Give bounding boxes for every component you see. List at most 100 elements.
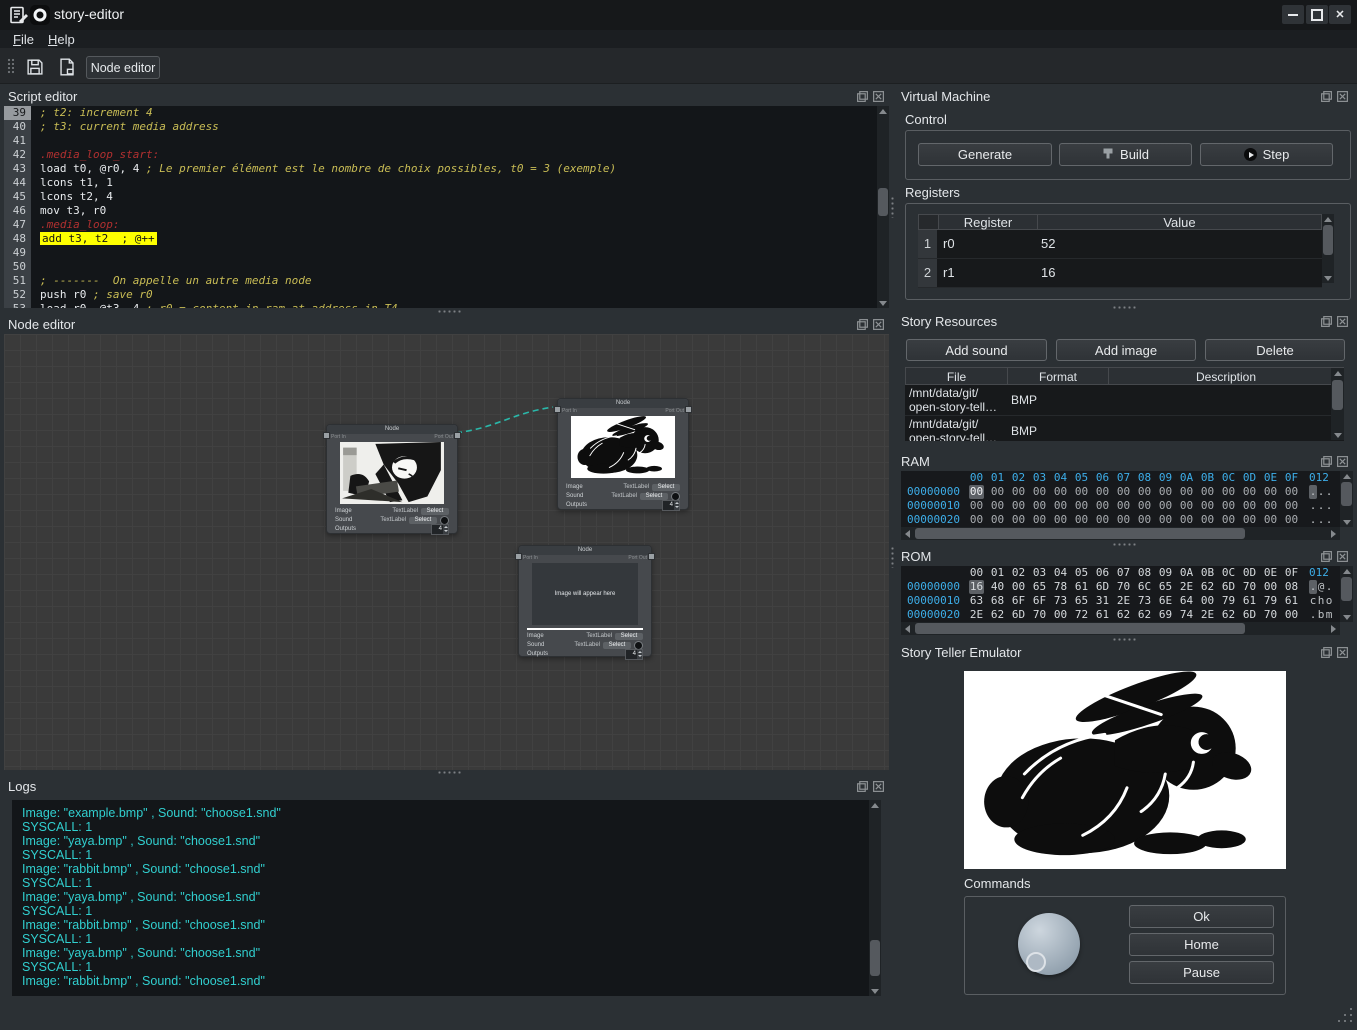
step-button[interactable]: Step [1200,143,1333,166]
hex-byte[interactable]: 00 [1137,499,1152,513]
hex-byte[interactable]: 00 [1242,513,1257,527]
close-panel-icon[interactable] [872,90,885,103]
outputs-spinbox[interactable]: 4 [625,649,643,660]
hex-byte[interactable]: 65 [1158,580,1173,594]
float-panel-icon[interactable] [1320,455,1333,468]
splitter-handle[interactable] [1112,637,1138,642]
code-line[interactable]: 44lcons t1, 1 [4,176,889,190]
float-panel-icon[interactable] [1320,550,1333,563]
hex-byte[interactable]: 00 [990,513,1005,527]
input-port[interactable] [515,553,522,560]
float-panel-icon[interactable] [1320,90,1333,103]
hex-byte[interactable]: 00 [1137,513,1152,527]
file-column-header[interactable]: File [906,368,1008,384]
hex-byte[interactable]: 00 [1200,513,1215,527]
hex-byte[interactable]: 00 [1011,580,1026,594]
scroll-right-arrow[interactable] [1327,622,1340,635]
hex-byte[interactable]: 00 [1158,513,1173,527]
hex-byte[interactable]: 00 [1011,485,1026,499]
hex-byte[interactable]: 69 [1158,608,1173,622]
hex-byte[interactable]: 00 [1116,485,1131,499]
hex-byte[interactable]: 6E [1158,594,1173,608]
code-line[interactable]: 49 [4,246,889,260]
code-line[interactable]: 53load r0, @t3, 4 ; r0 = content in ram … [4,302,889,308]
hex-byte[interactable]: 62 [1200,580,1215,594]
hex-byte[interactable]: 00 [1221,499,1236,513]
splitter-handle[interactable] [1112,542,1138,547]
hex-byte[interactable]: 00 [1242,485,1257,499]
toolbar-drag-handle[interactable] [7,58,14,74]
menu-file[interactable]: File [13,32,34,47]
hex-byte[interactable]: 79 [1263,594,1278,608]
scrollbar-thumb[interactable] [915,623,1245,634]
register-row[interactable]: 1r052 [918,230,1322,259]
hex-byte[interactable]: 73 [1053,594,1068,608]
hex-byte[interactable]: 61 [1095,608,1110,622]
format-column-header[interactable]: Format [1008,368,1109,384]
rom-vertical-scrollbar[interactable] [1340,566,1353,622]
close-panel-icon[interactable] [1336,455,1349,468]
rom-horizontal-scrollbar[interactable] [901,622,1340,635]
hex-byte[interactable]: 00 [1074,513,1089,527]
hex-byte[interactable]: 00 [969,513,984,527]
ok-button[interactable]: Ok [1129,905,1274,928]
hex-byte[interactable]: 00 [1137,485,1152,499]
resource-row[interactable]: /mnt/data/git/open-story-tell…BMP [905,385,1344,416]
hex-byte[interactable]: 62 [1221,608,1236,622]
scroll-up-arrow[interactable] [869,800,881,810]
hex-byte[interactable]: 79 [1221,594,1236,608]
splitter-handle[interactable] [437,309,463,314]
select-image-button[interactable]: Select [615,633,643,640]
add-sound-button[interactable]: Add sound [906,339,1047,361]
media-node-yaya[interactable]: Node Port In Port Out Image TextLabel Se… [326,424,458,534]
hex-byte[interactable]: 64 [1179,594,1194,608]
hex-byte[interactable]: 00 [1284,513,1299,527]
input-port[interactable] [554,406,561,413]
scrollbar-thumb[interactable] [1341,577,1352,601]
hex-byte[interactable]: 70 [1116,580,1131,594]
hex-byte[interactable]: 00 [1053,513,1068,527]
outputs-spinbox[interactable]: 4 [431,524,449,535]
hex-row[interactable]: 0000000000000000000000000000000000000000… [901,485,1340,499]
hex-byte[interactable]: 00 [1116,499,1131,513]
hex-byte[interactable]: 2E [1116,594,1131,608]
select-image-button[interactable]: Select [421,508,449,515]
register-column-header[interactable]: Register [939,215,1038,229]
script-code-editor[interactable]: 39; t2: increment 440; t3: current media… [4,106,889,308]
hex-byte[interactable]: 00 [1200,499,1215,513]
hex-byte[interactable]: 00 [990,485,1005,499]
hex-byte[interactable]: 00 [1284,485,1299,499]
delete-button[interactable]: Delete [1205,339,1345,361]
select-sound-button[interactable]: Select [603,642,631,649]
hex-byte[interactable]: 08 [1284,580,1299,594]
hex-byte[interactable]: 62 [1137,608,1152,622]
close-panel-icon[interactable] [1336,550,1349,563]
close-panel-icon[interactable] [872,318,885,331]
hex-byte[interactable]: 00 [1263,499,1278,513]
scrollbar-thumb[interactable] [915,528,1245,539]
hex-byte[interactable]: 78 [1053,580,1068,594]
save-button[interactable] [22,54,48,80]
hex-byte[interactable]: 61 [1074,580,1089,594]
close-panel-icon[interactable] [1336,90,1349,103]
hex-byte[interactable]: 00 [1011,513,1026,527]
code-line[interactable]: 48add t3, t2 ; @++ [4,232,889,246]
input-port[interactable] [323,432,330,439]
scroll-left-arrow[interactable] [901,622,914,635]
description-column-header[interactable]: Description [1109,368,1343,384]
hex-byte[interactable]: 00 [1263,513,1278,527]
hex-byte[interactable]: 6F [1011,594,1026,608]
close-panel-icon[interactable] [1336,646,1349,659]
node-title[interactable]: Node [558,399,688,408]
resize-grip[interactable] [1338,1008,1352,1022]
pause-button[interactable]: Pause [1129,961,1274,984]
hex-byte[interactable]: 6D [1242,608,1257,622]
registers-table[interactable]: Register Value 1r0522r116 [918,214,1322,288]
hex-row[interactable]: 000000001640006578616D706C652E626D700008… [901,580,1340,594]
maximize-button[interactable] [1306,5,1328,24]
select-sound-button[interactable]: Select [640,493,668,500]
hex-byte[interactable]: 00 [1095,499,1110,513]
hex-byte[interactable]: 62 [990,608,1005,622]
hex-byte[interactable]: 00 [1179,513,1194,527]
scroll-up-arrow[interactable] [1322,214,1334,224]
